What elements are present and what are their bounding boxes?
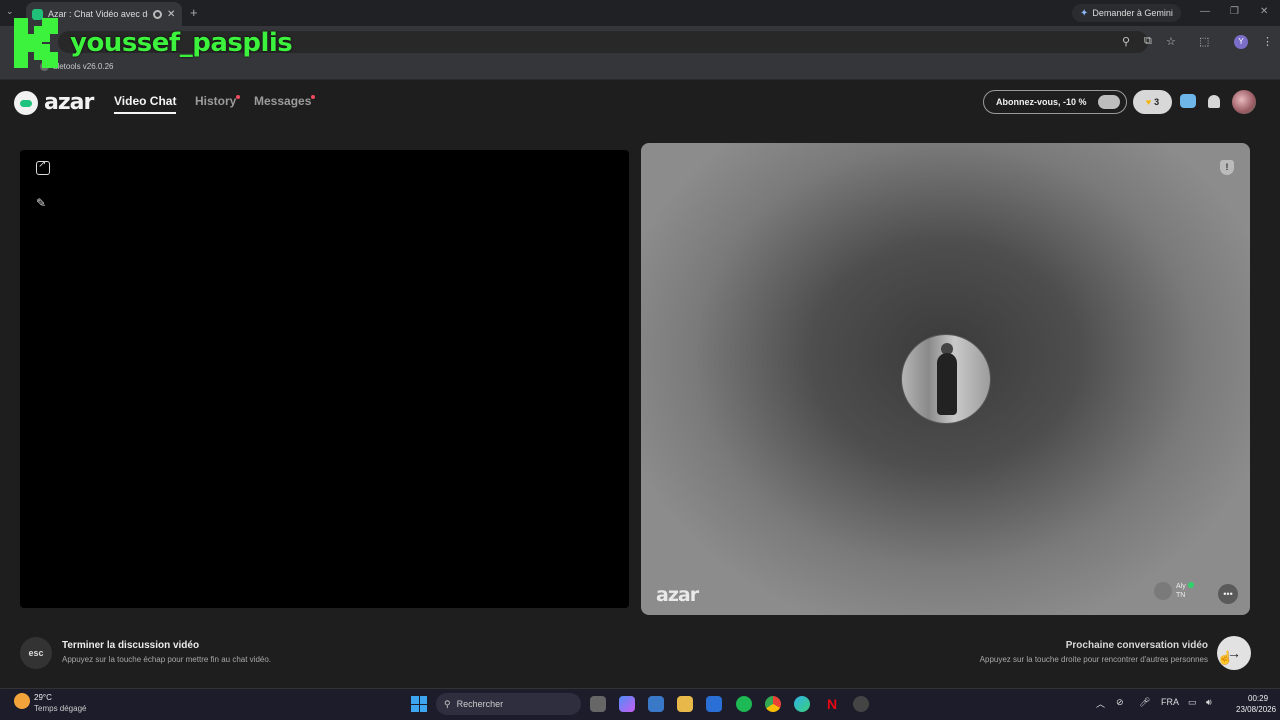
- search-placeholder: Rechercher: [456, 699, 504, 709]
- peer-info-chip[interactable]: Aly TN: [1154, 582, 1194, 600]
- nav-history[interactable]: History: [195, 94, 236, 108]
- heart-gem-icon: ♥: [1145, 97, 1152, 107]
- peer-profile-photo: [901, 334, 991, 424]
- gemini-label: Demander à Gemini: [1092, 8, 1173, 18]
- search-icon: ⚲: [444, 698, 451, 709]
- cloud-icon: [1098, 95, 1120, 109]
- report-shield-icon[interactable]: !: [1220, 160, 1234, 175]
- next-chat-title: Prochaine conversation vidéo: [1065, 640, 1208, 651]
- gemini-button[interactable]: ✦ Demander à Gemini: [1072, 4, 1181, 22]
- peer-id: #azrQskOf: [717, 593, 746, 599]
- minimize-icon[interactable]: —: [1200, 6, 1210, 17]
- azar-watermark: azar: [656, 584, 699, 606]
- history-notification-dot: [236, 95, 240, 99]
- gem-balance-button[interactable]: ♥ 3: [1133, 90, 1172, 114]
- streamer-name: youssef_pasplis: [70, 28, 293, 58]
- copilot-icon[interactable]: [619, 696, 635, 712]
- peer-country: TN: [1176, 592, 1186, 599]
- chat-bubble-icon[interactable]: •••: [1218, 584, 1238, 604]
- subscribe-button[interactable]: Abonnez-vous, -10 %: [983, 90, 1127, 114]
- active-tab-underline: [114, 112, 176, 114]
- mouse-cursor-icon: ☝: [1217, 650, 1234, 665]
- messages-notification-dot: [311, 95, 315, 99]
- zoom-icon[interactable]: ⚲: [1122, 35, 1130, 48]
- cast-icon[interactable]: ⧉: [1144, 35, 1152, 48]
- bell-icon[interactable]: [1208, 95, 1220, 108]
- shop-icon[interactable]: [1180, 94, 1196, 108]
- taskbar-search[interactable]: ⚲ Rechercher: [436, 693, 581, 715]
- kick-logo-icon: [14, 18, 58, 68]
- recording-indicator-icon: [153, 9, 162, 19]
- browser-menu-icon[interactable]: ⋮: [1262, 35, 1273, 48]
- end-chat-title: Terminer la discussion vidéo: [62, 640, 200, 651]
- close-tab-icon[interactable]: ✕: [167, 9, 175, 20]
- maximize-icon[interactable]: ❐: [1230, 6, 1239, 17]
- weather-moon-icon[interactable]: [14, 693, 30, 709]
- peer-photo-body: [937, 353, 957, 415]
- obs-icon[interactable]: [853, 696, 869, 712]
- tab-search-chevron-icon[interactable]: ⌄: [6, 6, 14, 17]
- language-indicator[interactable]: FRA: [1161, 697, 1179, 707]
- peer-avatar: [1154, 582, 1172, 600]
- clock-time[interactable]: 00:29: [1248, 694, 1268, 703]
- bookmark-label: aletools v26.0.26: [53, 62, 114, 71]
- windows-taskbar: [0, 688, 1280, 720]
- end-chat-button[interactable]: esc: [20, 637, 52, 669]
- new-tab-button[interactable]: +: [190, 5, 198, 20]
- microphone-icon[interactable]: 🎤︎: [1139, 697, 1150, 708]
- weather-description[interactable]: Temps dégagé: [34, 704, 86, 713]
- gem-count: 3: [1154, 97, 1160, 107]
- volume-icon[interactable]: 🔊︎: [1206, 697, 1212, 708]
- user-avatar[interactable]: [1232, 90, 1256, 114]
- nav-messages[interactable]: Messages: [254, 94, 311, 108]
- network-off-icon[interactable]: ⊘: [1116, 697, 1124, 708]
- weather-temperature[interactable]: 29°C: [34, 693, 52, 702]
- task-view-icon[interactable]: [590, 696, 606, 712]
- tray-overflow-icon[interactable]: ︿: [1096, 697, 1105, 710]
- store-icon[interactable]: [648, 696, 664, 712]
- azar-logo-icon: [14, 90, 38, 115]
- peer-name: Aly: [1176, 583, 1186, 590]
- mail-icon[interactable]: [706, 696, 722, 712]
- online-status-icon: [1187, 582, 1194, 588]
- extensions-icon[interactable]: ⬚: [1199, 35, 1209, 48]
- next-chat-subtitle: Appuyez sur la touche droite pour rencon…: [979, 655, 1208, 664]
- azar-logo[interactable]: azar: [14, 90, 94, 115]
- gemini-star-icon: ✦: [1080, 7, 1089, 19]
- chrome-icon[interactable]: [765, 696, 781, 712]
- bookmark-star-icon[interactable]: ☆: [1166, 35, 1176, 48]
- display-icon[interactable]: ▭: [1188, 697, 1197, 708]
- bookmarks-bar: [0, 58, 1280, 80]
- windows-start-icon[interactable]: [411, 696, 427, 712]
- azar-wordmark: azar: [44, 90, 94, 115]
- spotify-icon[interactable]: [736, 696, 752, 712]
- clock-date[interactable]: 23/08/2026: [1236, 705, 1276, 714]
- edge-icon[interactable]: [794, 696, 810, 712]
- expand-icon[interactable]: [36, 159, 50, 175]
- end-chat-subtitle: Appuyez sur la touche échap pour mettre …: [62, 655, 272, 664]
- tab-title: Azar : Chat Vidéo avec de n: [48, 9, 148, 19]
- magic-wand-icon[interactable]: ✎: [36, 196, 46, 210]
- peer-info-text: Aly TN: [1176, 582, 1194, 600]
- profile-avatar[interactable]: Y: [1234, 35, 1248, 49]
- file-explorer-icon[interactable]: [677, 696, 693, 712]
- subscribe-label: Abonnez-vous, -10 %: [996, 97, 1087, 107]
- close-window-icon[interactable]: ✕: [1260, 6, 1268, 17]
- self-video-panel: [20, 150, 629, 608]
- netflix-icon[interactable]: N: [824, 696, 840, 712]
- nav-video-chat[interactable]: Video Chat: [114, 94, 176, 108]
